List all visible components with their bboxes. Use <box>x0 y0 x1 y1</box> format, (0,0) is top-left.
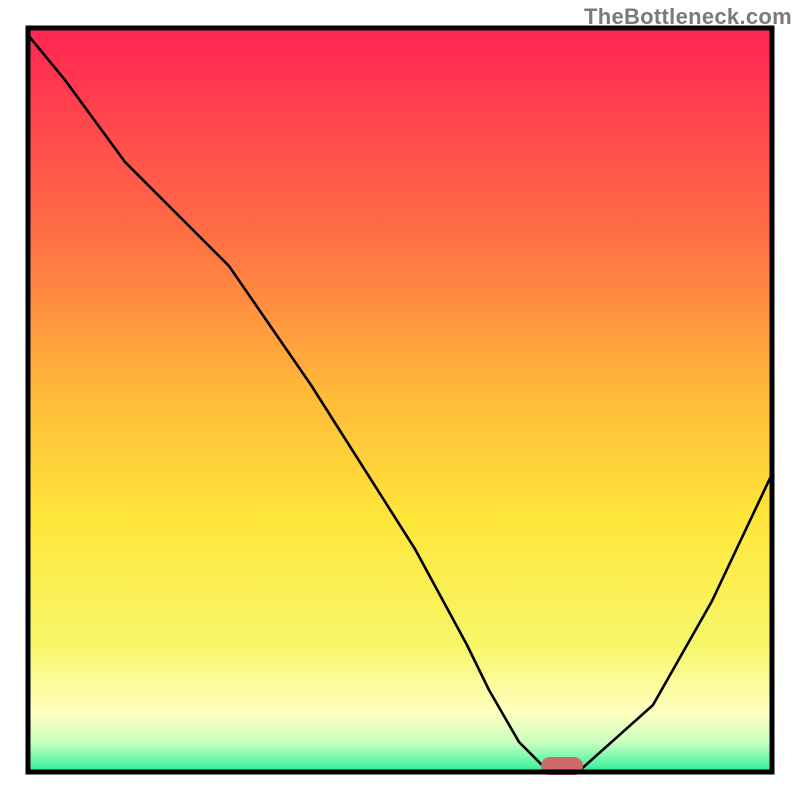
chart-container: TheBottleneck.com <box>0 0 800 800</box>
bottleneck-chart <box>0 0 800 800</box>
plot-area <box>28 28 772 775</box>
watermark-text: TheBottleneck.com <box>584 4 792 30</box>
